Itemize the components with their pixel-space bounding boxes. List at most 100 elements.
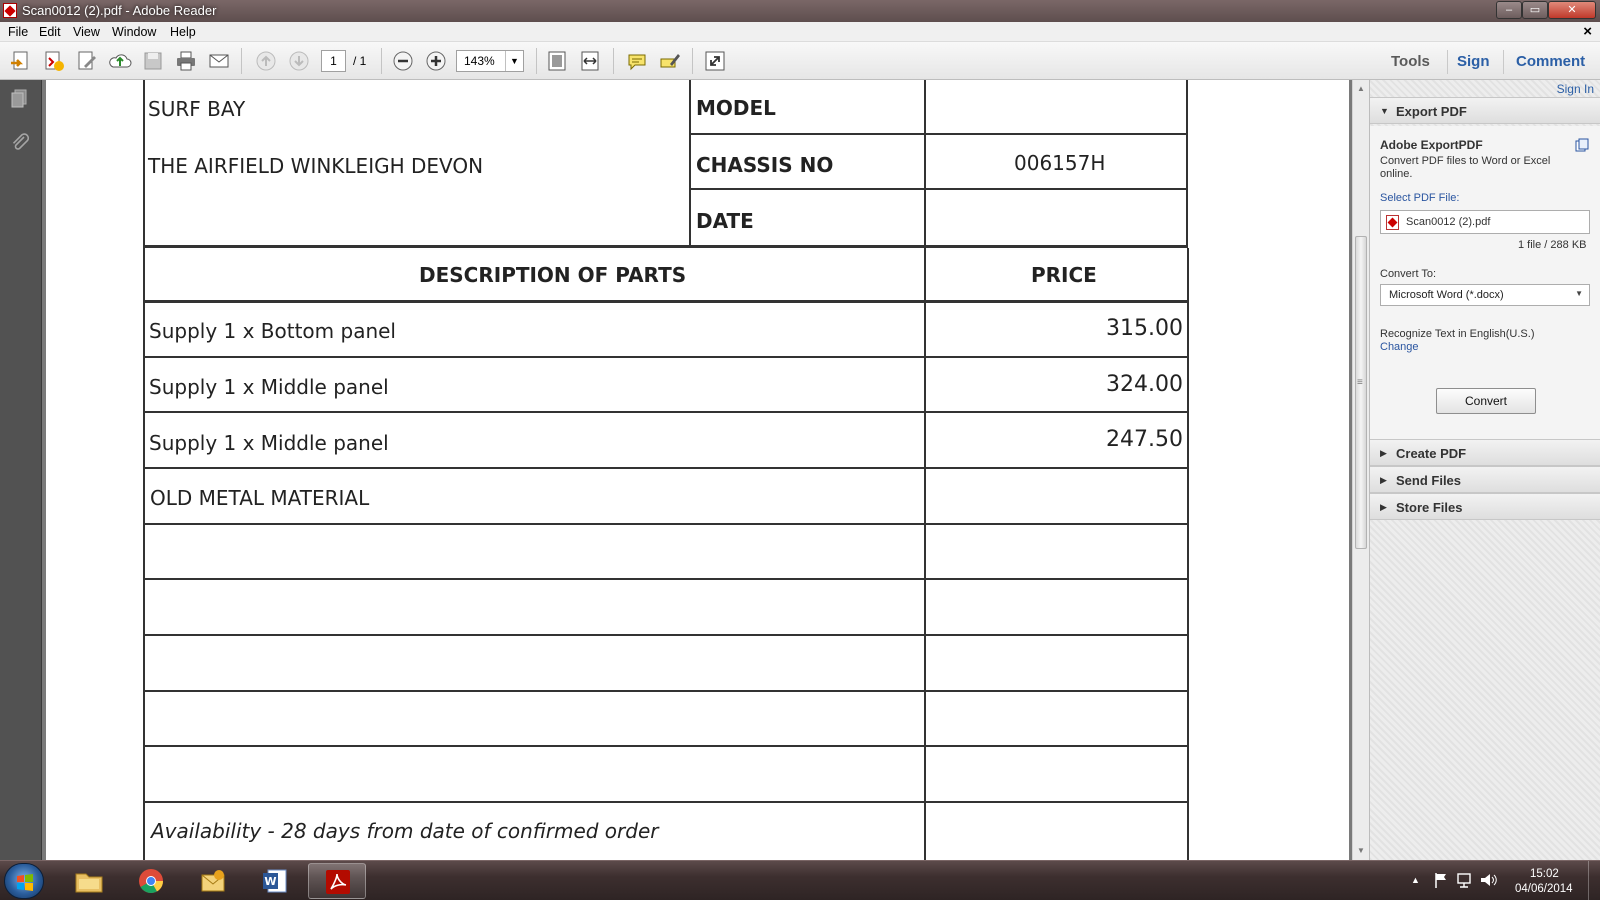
export-pdf-title: Export PDF (1396, 104, 1467, 119)
menu-edit[interactable]: Edit (39, 25, 61, 39)
action-center-flag-icon[interactable] (1433, 871, 1449, 889)
part-description: Supply 1 x Middle panel (149, 431, 389, 455)
sign-in-link[interactable]: Sign In (1557, 82, 1594, 96)
export-pdf-section-header[interactable]: ▼ Export PDF (1370, 97, 1600, 124)
chevron-down-icon[interactable]: ▼ (505, 51, 523, 71)
open-file-icon[interactable] (9, 49, 33, 73)
chassis-label: CHASSIS NO (696, 153, 834, 177)
tools-pane-button[interactable]: Tools (1391, 53, 1430, 70)
menu-help[interactable]: Help (170, 25, 196, 39)
attachments-icon[interactable] (9, 132, 31, 154)
next-page-icon[interactable] (287, 49, 311, 73)
page-number-input[interactable]: 1 (321, 50, 346, 72)
file-info: 1 file / 288 KB (1518, 239, 1587, 251)
model-label: MODEL (696, 96, 776, 120)
mail-icon (201, 870, 225, 892)
menu-view[interactable]: View (73, 25, 100, 39)
taskbar-outlook[interactable] (184, 863, 242, 899)
zoom-out-icon[interactable] (391, 49, 415, 73)
email-icon[interactable] (207, 49, 231, 73)
expand-icon[interactable] (703, 49, 727, 73)
page-total: / 1 (353, 54, 367, 68)
create-pdf-title: Create PDF (1396, 446, 1467, 461)
highlight-icon[interactable] (658, 49, 682, 73)
create-pdf-icon[interactable] (42, 49, 66, 73)
minimize-button[interactable]: – (1496, 1, 1522, 19)
zoom-select[interactable]: 143% ▼ (456, 50, 524, 72)
taskbar-explorer[interactable] (60, 863, 118, 899)
network-icon[interactable] (1456, 871, 1472, 889)
menu-window[interactable]: Window (112, 25, 156, 39)
convert-button[interactable]: Convert (1436, 388, 1536, 414)
fit-page-icon[interactable] (545, 49, 569, 73)
adobe-pdf-icon (3, 3, 17, 18)
menu-file[interactable]: File (8, 25, 28, 39)
convert-to-label: Convert To: (1380, 268, 1437, 280)
sign-pane-button[interactable]: Sign (1457, 53, 1490, 70)
page-thumbnails-icon[interactable] (9, 88, 31, 110)
show-desktop-button[interactable] (1588, 861, 1600, 900)
send-files-title: Send Files (1396, 473, 1462, 488)
price-header: PRICE (1031, 263, 1097, 287)
fit-width-icon[interactable] (578, 49, 602, 73)
scroll-up-icon[interactable]: ▲ (1357, 84, 1365, 93)
taskbar-adobe-reader[interactable] (308, 863, 366, 899)
export-info-icon[interactable] (1575, 138, 1589, 152)
part-description: Supply 1 x Bottom panel (149, 319, 396, 343)
taskbar-chrome[interactable] (122, 863, 180, 899)
part-price: 247.50 (1106, 427, 1183, 452)
chevron-down-icon: ▼ (1575, 289, 1583, 298)
service-description: Convert PDF files to Word or Excel onlin… (1380, 155, 1551, 180)
comment-pane-button[interactable]: Comment (1516, 53, 1585, 70)
word-icon: W (263, 869, 287, 893)
pdf-file-icon (1386, 215, 1399, 230)
clock-time[interactable]: 15:02 (1530, 868, 1559, 880)
chassis-value: 006157H (1014, 151, 1106, 175)
toolbar: 1 / 1 143% ▼ Tools Sign Comment (0, 42, 1600, 80)
print-icon[interactable] (174, 49, 198, 73)
adobe-reader-icon (326, 870, 350, 894)
svg-text:W: W (264, 875, 276, 888)
zoom-value: 143% (464, 54, 495, 68)
save-icon[interactable] (141, 49, 165, 73)
store-files-section-header[interactable]: ▶ Store Files (1370, 493, 1600, 520)
upload-cloud-icon[interactable] (108, 49, 132, 73)
expand-icon: ▶ (1380, 475, 1387, 485)
select-file-label: Select PDF File: (1380, 192, 1460, 204)
tools-panel: Sign In ▼ Export PDF Adobe ExportPDF Con… (1369, 80, 1600, 860)
close-document-button[interactable]: × (1583, 23, 1592, 40)
create-pdf-section-header[interactable]: ▶ Create PDF (1370, 439, 1600, 466)
convert-format-select[interactable]: Microsoft Word (*.docx) ▼ (1380, 284, 1590, 306)
recognize-text-label: Recognize Text in English(U.S.) (1380, 328, 1535, 340)
previous-page-icon[interactable] (254, 49, 278, 73)
volume-icon[interactable] (1479, 871, 1497, 889)
address-line-2: THE AIRFIELD WINKLEIGH DEVON (148, 154, 484, 178)
edit-pdf-icon[interactable] (75, 49, 99, 73)
pdf-page: SURF BAY THE AIRFIELD WINKLEIGH DEVON MO… (46, 80, 1349, 860)
taskbar-word[interactable]: W (246, 863, 304, 899)
menu-bar: File Edit View Window Help × (0, 22, 1600, 42)
close-button[interactable]: ✕ (1548, 1, 1596, 19)
description-header: DESCRIPTION OF PARTS (419, 263, 687, 287)
maximize-button[interactable]: ▭ (1522, 1, 1548, 19)
window-title: Scan0012 (2).pdf - Adobe Reader (22, 3, 217, 18)
part-description: OLD METAL MATERIAL (150, 486, 370, 510)
zoom-in-icon[interactable] (424, 49, 448, 73)
scrollbar-thumb[interactable] (1355, 236, 1367, 549)
folder-icon (75, 873, 103, 893)
taskbar: W ▲ 15:02 04/06/2014 (0, 860, 1600, 900)
date-label: DATE (696, 209, 754, 233)
document-viewer[interactable]: SURF BAY THE AIRFIELD WINKLEIGH DEVON MO… (42, 80, 1352, 860)
scroll-down-icon[interactable]: ▼ (1357, 846, 1365, 855)
comment-note-icon[interactable] (625, 49, 649, 73)
navigation-pane (0, 80, 42, 860)
expand-icon: ▶ (1380, 502, 1387, 512)
file-name: Scan0012 (2).pdf (1406, 216, 1491, 228)
selected-file[interactable]: Scan0012 (2).pdf (1380, 210, 1590, 234)
show-hidden-icons-icon[interactable]: ▲ (1411, 875, 1420, 885)
start-button[interactable] (4, 863, 44, 899)
send-files-section-header[interactable]: ▶ Send Files (1370, 466, 1600, 493)
change-language-link[interactable]: Change (1380, 341, 1419, 353)
clock-date[interactable]: 04/06/2014 (1515, 883, 1573, 895)
vertical-scrollbar[interactable]: ▲ ▼ (1352, 80, 1369, 860)
